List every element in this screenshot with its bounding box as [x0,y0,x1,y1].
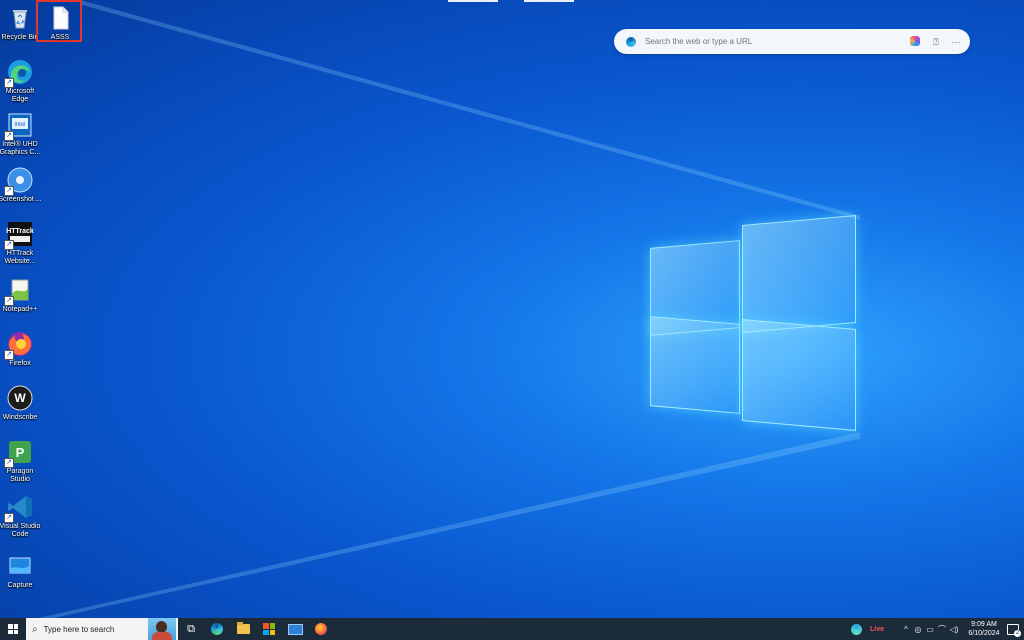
notepadpp-icon: ↗ [4,276,34,306]
firefox-icon: ↗ [4,330,34,360]
taskbar-store[interactable] [256,618,282,640]
firefox-icon [315,623,327,635]
taskbar-mail[interactable] [282,618,308,640]
svg-text:W: W [14,391,26,405]
notification-count-badge: 2 [1014,630,1021,637]
svg-text:intel: intel [14,122,25,128]
screenshot-tool-icon: ↗ [4,166,34,196]
taskbar-edge[interactable] [204,618,230,640]
edge-icon: ↗ [4,58,34,88]
windscribe-icon: W [6,384,34,412]
mail-icon [287,623,303,635]
svg-text:P: P [16,445,25,460]
volume-icon[interactable]: ◁) [948,625,960,634]
svg-text:HTTrack: HTTrack [6,228,34,235]
system-tray: Live ^ ◎ ▭ ⌒ ◁) 9:09 AM 6/10/2024 2 [850,618,1024,640]
task-view-icon: ⧉ [187,622,195,635]
taskbar-search-box[interactable]: ⌕ Type here to search [26,618,178,640]
text-file-icon [46,4,74,32]
clock[interactable]: 9:09 AM 6/10/2024 [966,620,1002,638]
intel-graphics-icon: intel ↗ [4,111,34,141]
start-button[interactable] [0,618,26,640]
battery-icon[interactable]: ▭ [924,625,936,634]
desktop-icon-label: ASSS [50,34,70,41]
desktop-icon-label: Notepad++ [2,306,38,313]
desktop-icon-notepadpp[interactable]: ↗ Notepad++ [0,276,42,314]
clock-date: 6/10/2024 [968,630,1000,637]
edge-icon [211,623,223,635]
desktop-icon-edge[interactable]: ↗ Microsoft Edge [0,58,42,104]
edge-icon [626,36,636,47]
desktop-icon-windscribe[interactable]: W Windscribe [0,384,42,422]
desktop-icon-label: Firefox [9,360,31,367]
store-icon [263,623,275,635]
httrack-icon: HTTrack ↗ [4,220,34,250]
notification-center-button[interactable]: 2 [1002,618,1024,640]
desktop-icon-label: HTTrack Website... [4,250,36,265]
chevron-up-icon[interactable]: ^ [900,625,912,634]
desktop-icon-label: Visual Studio Code [0,523,41,538]
recycle-bin-icon [6,4,34,32]
desktop-icon-asss[interactable]: ASSS [38,4,82,42]
windows-logo-wallpaper [650,214,858,431]
desktop-icon-label: Capture [7,582,33,589]
weather-live-label: Live [869,625,884,633]
capture-icon [6,552,34,580]
weather-globe-icon [850,623,862,635]
top-edge-bar-1 [448,0,498,2]
desktop-icon-paragon-studio[interactable]: P ↗ Paragon Studio [0,438,42,484]
desktop-icon-label: Paragon Studio [6,468,34,483]
taskbar-firefox[interactable] [308,618,334,640]
search-icon: ⌕ [32,623,38,635]
meet-now-icon[interactable]: ◎ [912,625,924,634]
desktop-icon-screenshot[interactable]: ↗ Screenshot ... [0,166,42,204]
web-search-input[interactable] [643,36,902,47]
desktop-icon-vscode[interactable]: ↗ Visual Studio Code [0,493,42,539]
vscode-icon: ↗ [4,493,34,523]
desktop-icon-label: Windscribe [2,414,38,421]
help-icon[interactable]: ⍰ [930,36,942,48]
task-view-button[interactable]: ⧉ [178,618,204,640]
desktop-icon-label: Intel® UHD Graphics C... [0,141,41,156]
search-highlight-image[interactable] [148,618,176,640]
windows-start-icon [8,624,18,634]
paragon-studio-icon: P ↗ [4,438,34,468]
folder-icon [236,622,250,634]
network-icon[interactable]: ⌒ [936,624,948,635]
taskbar: ⌕ Type here to search ⧉ Live ^ ◎ ▭ ⌒ ◁) … [0,618,1024,640]
desktop-icon-firefox[interactable]: ↗ Firefox [0,330,42,368]
desktop-icon-label: Screenshot ... [0,196,42,203]
taskbar-search-placeholder: Type here to search [43,624,115,634]
top-edge-bar-2 [524,0,574,2]
desktop-icon-label: Microsoft Edge [5,88,35,103]
more-icon[interactable]: ⋯ [950,36,962,48]
copilot-icon[interactable] [910,35,922,48]
desktop-icon-intel-graphics[interactable]: intel ↗ Intel® UHD Graphics C... [0,111,42,157]
clock-time: 9:09 AM [971,621,997,628]
desktop-icon-httrack[interactable]: HTTrack ↗ HTTrack Website... [0,220,42,266]
taskbar-file-explorer[interactable] [230,618,256,640]
desktop-icon-capture[interactable]: Capture [0,552,42,590]
web-search-widget[interactable]: ⍰ ⋯ [614,29,970,54]
weather-widget[interactable]: Live [850,623,884,635]
